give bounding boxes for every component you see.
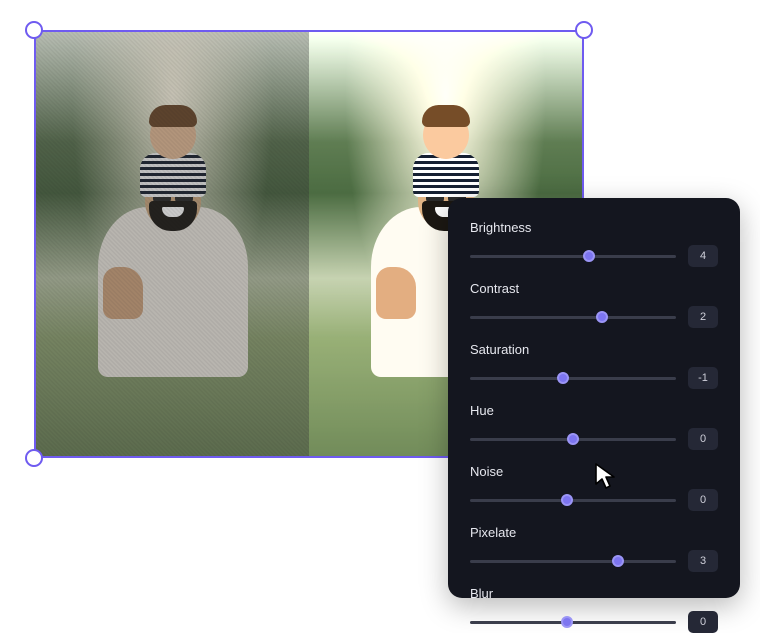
slider-value: 0 — [688, 611, 718, 633]
before-image — [36, 32, 309, 456]
slider-label: Saturation — [470, 342, 718, 357]
slider-value: 2 — [688, 306, 718, 328]
slider-value: 0 — [688, 428, 718, 450]
slider-label: Blur — [470, 586, 718, 601]
slider-label: Contrast — [470, 281, 718, 296]
slider-label: Pixelate — [470, 525, 718, 540]
adjustments-panel: Brightness 4 Contrast 2 Saturation -1 Hu… — [448, 198, 740, 598]
slider-value: 0 — [688, 489, 718, 511]
slider-track-blur[interactable] — [470, 621, 676, 624]
resize-handle-top-left[interactable] — [25, 21, 43, 39]
slider-track-hue[interactable] — [470, 438, 676, 441]
slider-value: 4 — [688, 245, 718, 267]
slider-track-pixelate[interactable] — [470, 560, 676, 563]
slider-hue: Hue 0 — [470, 403, 718, 450]
resize-handle-top-right[interactable] — [575, 21, 593, 39]
slider-track-contrast[interactable] — [470, 316, 676, 319]
slider-track-saturation[interactable] — [470, 377, 676, 380]
slider-saturation: Saturation -1 — [470, 342, 718, 389]
slider-label: Brightness — [470, 220, 718, 235]
slider-label: Hue — [470, 403, 718, 418]
slider-value: 3 — [688, 550, 718, 572]
slider-contrast: Contrast 2 — [470, 281, 718, 328]
slider-noise: Noise 0 — [470, 464, 718, 511]
slider-track-brightness[interactable] — [470, 255, 676, 258]
slider-label: Noise — [470, 464, 718, 479]
slider-blur: Blur 0 — [470, 586, 718, 633]
slider-value: -1 — [688, 367, 718, 389]
slider-pixelate: Pixelate 3 — [470, 525, 718, 572]
slider-track-noise[interactable] — [470, 499, 676, 502]
slider-brightness: Brightness 4 — [470, 220, 718, 267]
resize-handle-bottom-left[interactable] — [25, 449, 43, 467]
